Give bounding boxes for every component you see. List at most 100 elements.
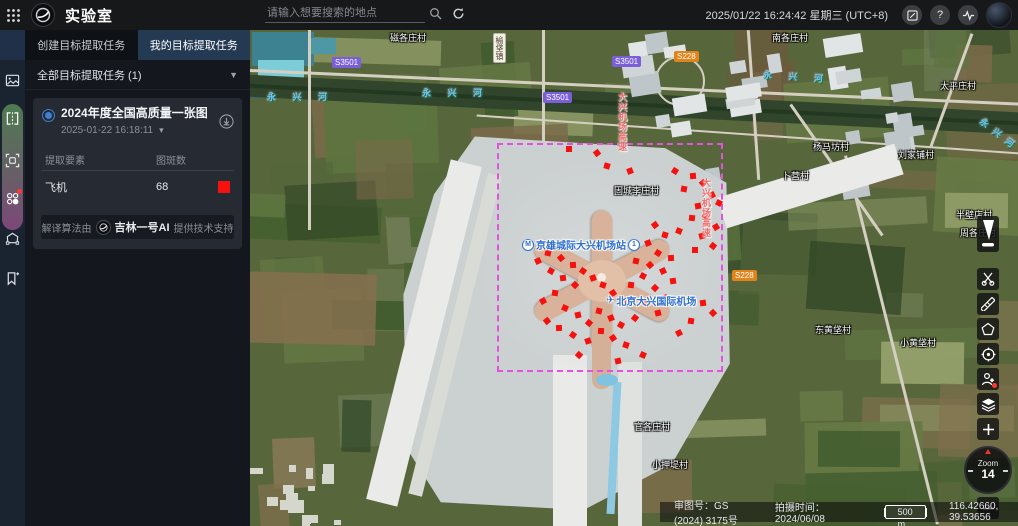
search-icon[interactable] <box>429 7 442 20</box>
airplane-icon: ✈ <box>606 295 614 306</box>
map-label-village: 官各庄村 <box>634 420 670 433</box>
download-icon[interactable] <box>219 114 234 129</box>
ai-apps-icon[interactable] <box>4 190 21 207</box>
tab-my-tasks[interactable]: 我的目标提取任务 <box>138 30 251 60</box>
note-icon[interactable] <box>902 5 922 25</box>
layers-tool[interactable] <box>977 393 999 415</box>
map-canvas[interactable]: 磁各庄村南各庄村太平庄村杨马坊村刘家铺村卜营村半壁店村周各庄村固城李庄村东黄垡村… <box>250 30 1018 526</box>
map-label-village: 南各庄村 <box>772 31 808 44</box>
airplane-detection-box <box>700 300 707 307</box>
airplane-detection-box <box>614 357 621 364</box>
left-icon-rail <box>0 30 25 526</box>
task-title: 2024年度全国高质量一张图 <box>61 106 219 121</box>
measure-tool[interactable] <box>977 293 999 315</box>
map-label-river: 永 兴 河 <box>763 68 831 86</box>
map-label-river: 永兴河 <box>977 115 1018 155</box>
help-icon[interactable]: ? <box>930 5 950 25</box>
algorithm-credit: 解译算法由 吉林一号AI 提供技术支持 <box>41 215 234 239</box>
bookmark-icon[interactable] <box>4 270 21 287</box>
chevron-down-icon: ▾ <box>159 125 164 135</box>
airplane-detection-box <box>628 282 635 289</box>
airplane-detection-box <box>570 262 576 268</box>
metro-icon: M <box>522 239 534 251</box>
gallery-icon[interactable] <box>4 72 21 89</box>
result-table: 提取要素 图斑数 飞机 68 <box>41 148 234 199</box>
reset-search-icon[interactable] <box>452 7 465 20</box>
map-label-expressway: 大兴机场高速 <box>616 92 629 152</box>
chevron-down-icon: ▼ <box>229 70 238 80</box>
map-label-river: 永 兴 河 <box>267 90 334 103</box>
rail-top-cap <box>0 30 25 60</box>
draw-polygon-tool[interactable] <box>977 318 999 340</box>
task-filter-label: 全部目标提取任务 (1) <box>37 67 142 83</box>
airplane-detection-box <box>692 247 698 253</box>
airplane-detection-box <box>552 290 559 297</box>
map-label-village: 小黄垡村 <box>900 336 936 349</box>
map-label-village: 固城李庄村 <box>614 184 659 197</box>
datetime-display: 2025/01/22 16:24:42 星期三 (UTC+8) <box>705 7 888 23</box>
search-input[interactable] <box>265 4 425 23</box>
road-number-badge: S3501 <box>543 92 572 103</box>
airplane-detection-box <box>688 318 695 325</box>
map-label-village: 磁各庄村 <box>390 31 426 44</box>
poi-airport: ✈北京大兴国际机场 <box>606 293 696 308</box>
table-header-element: 提取要素 <box>45 152 156 167</box>
zoom-dial[interactable]: Zoom14 <box>964 446 1012 494</box>
search-bar <box>265 4 465 23</box>
map-label-village: 东黄垡村 <box>815 323 851 336</box>
zoom-in-button[interactable] <box>977 418 999 440</box>
app-logo <box>31 3 55 27</box>
task-radio[interactable] <box>42 109 55 122</box>
credit-suffix: 提供技术支持 <box>174 220 234 235</box>
swipe-compare-icon[interactable] <box>4 110 21 127</box>
road-number-badge: S228 <box>674 51 699 62</box>
color-swatch <box>218 181 230 193</box>
notification-dot <box>992 383 997 388</box>
credit-prefix: 解译算法由 <box>42 220 92 235</box>
map-label-village: 杨马坊村 <box>813 140 849 153</box>
scale-bar: 500 m <box>884 505 927 519</box>
notification-dot <box>17 189 22 194</box>
polygon-draw-icon[interactable] <box>4 230 21 247</box>
extract-frame-icon[interactable] <box>4 152 21 169</box>
activity-icon[interactable] <box>958 5 978 25</box>
road-number-badge: S3501 <box>332 57 361 68</box>
map-license: 审图号：GS (2024) 3175号 <box>674 497 753 526</box>
poi-rail-station: M京雄城际大兴机场站1 <box>522 237 640 252</box>
app-root: 实验室 2025/01/22 16:24:42 星期三 (UTC+8) ? <box>0 0 1018 526</box>
element-name: 飞机 <box>45 179 156 195</box>
airplane-detection-box <box>668 255 674 261</box>
line-number-icon: 1 <box>628 239 640 251</box>
map-label-village: 刘家铺村 <box>898 148 934 161</box>
map-label-town-sign: 榆垡镇 <box>493 33 506 63</box>
airplane-detection-box <box>560 275 567 282</box>
annotate-person-tool[interactable] <box>977 368 999 390</box>
road-number-badge: S228 <box>732 270 757 281</box>
locate-tool[interactable] <box>977 343 999 365</box>
top-bar: 实验室 2025/01/22 16:24:42 星期三 (UTC+8) ? <box>0 0 1018 30</box>
tab-create-task[interactable]: 创建目标提取任务 <box>25 30 138 60</box>
north-indicator <box>985 449 991 454</box>
user-avatar[interactable] <box>986 2 1012 28</box>
task-card[interactable]: 2024年度全国高质量一张图 2025-01-22 16:18:11▾ 提取要素… <box>33 98 242 249</box>
table-row[interactable]: 飞机 68 <box>41 175 234 199</box>
task-timestamp[interactable]: 2025-01-22 16:18:11▾ <box>61 125 219 136</box>
cursor-coordinates: 116.42660, 39.53656 <box>949 501 1010 523</box>
airplane-detection-box <box>670 278 677 285</box>
apps-grid-icon[interactable] <box>6 8 21 23</box>
map-label-village: 太平庄村 <box>940 79 976 92</box>
map-label-river: 永 兴 河 <box>422 86 489 99</box>
airplane-detection-box <box>632 257 639 264</box>
table-header-count: 图斑数 <box>156 152 214 167</box>
road-number-badge: S3501 <box>612 56 641 67</box>
task-panel: 创建目标提取任务 我的目标提取任务 全部目标提取任务 (1) ▼ 2024年度全… <box>25 30 250 526</box>
map-status-bar: 审图号：GS (2024) 3175号 拍摄时间：2024/06/08 500 … <box>660 502 1018 522</box>
clip-tool[interactable] <box>977 268 999 290</box>
swipe-wedge-tool[interactable] <box>977 216 999 252</box>
airplane-detection-box <box>689 215 696 222</box>
jilin1-logo-icon <box>96 220 111 235</box>
task-filter-dropdown[interactable]: 全部目标提取任务 (1) ▼ <box>25 60 250 90</box>
map-label-expressway: 大兴机场高速 <box>700 178 713 238</box>
brand-name[interactable]: 吉林一号AI <box>115 219 170 235</box>
map-toolbar: Zoom14 <box>976 216 1000 519</box>
